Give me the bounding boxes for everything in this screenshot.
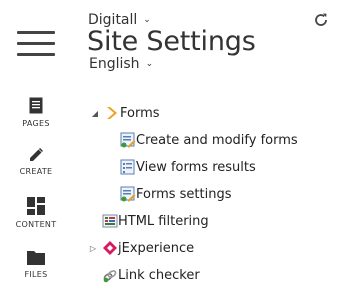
- content-grid-icon: [27, 197, 45, 215]
- jexperience-icon: [103, 241, 117, 255]
- left-rail: PAGES CREATE CONTENT FILES: [0, 0, 72, 293]
- language-name: English: [89, 56, 140, 72]
- link-checker-icon: [103, 270, 117, 283]
- pages-icon: [29, 97, 43, 114]
- hamburger-menu-icon[interactable]: [17, 31, 55, 56]
- tree-item-html-filtering[interactable]: HTML filtering: [102, 211, 209, 231]
- tree-item-label: Link checker: [118, 267, 200, 283]
- tree-collapsed-icon[interactable]: ▷: [88, 244, 98, 253]
- tree-item-jexperience[interactable]: ▷ jExperience: [88, 238, 194, 258]
- tree-item-link-checker[interactable]: Link checker: [102, 265, 200, 285]
- chevron-down-icon: ⌄: [143, 15, 151, 25]
- tree-expanded-icon[interactable]: ◢: [90, 109, 100, 118]
- tree-item-forms[interactable]: ◢ Forms: [90, 103, 160, 123]
- nav-item-label: PAGES: [22, 119, 50, 128]
- forms-chevron-icon: [107, 107, 117, 119]
- tree-item-label: HTML filtering: [118, 213, 209, 229]
- chevron-down-icon: ⌄: [145, 59, 154, 69]
- nav-item-label: CONTENT: [15, 220, 57, 229]
- html-filter-icon: [102, 214, 118, 228]
- refresh-icon[interactable]: [312, 11, 330, 29]
- nav-item-create[interactable]: CREATE: [0, 148, 72, 176]
- nav-item-label: FILES: [24, 270, 48, 279]
- nav-item-pages[interactable]: PAGES: [0, 97, 72, 128]
- form-settings-icon: [120, 186, 136, 202]
- nav-item-content[interactable]: CONTENT: [0, 197, 72, 229]
- nav-item-label: CREATE: [19, 167, 53, 176]
- language-switcher[interactable]: English ⌄: [89, 56, 153, 72]
- folder-icon: [27, 251, 45, 265]
- tree-item-label: Create and modify forms: [136, 132, 298, 148]
- tree-item-label: Forms settings: [136, 186, 232, 202]
- nav-item-files[interactable]: FILES: [0, 250, 72, 279]
- tree-item-create-and-modify-forms[interactable]: Create and modify forms: [120, 130, 298, 150]
- form-results-icon: [120, 159, 135, 175]
- tree-item-label: jExperience: [118, 240, 195, 256]
- tree-item-label: Forms: [120, 105, 160, 121]
- tree-item-label: View forms results: [136, 159, 256, 175]
- pencil-icon: [30, 148, 43, 161]
- form-edit-icon: [120, 132, 136, 148]
- tree-item-forms-settings[interactable]: Forms settings: [120, 184, 232, 204]
- tree-item-view-forms-results[interactable]: View forms results: [120, 157, 256, 177]
- page-title: Site Settings: [87, 26, 256, 57]
